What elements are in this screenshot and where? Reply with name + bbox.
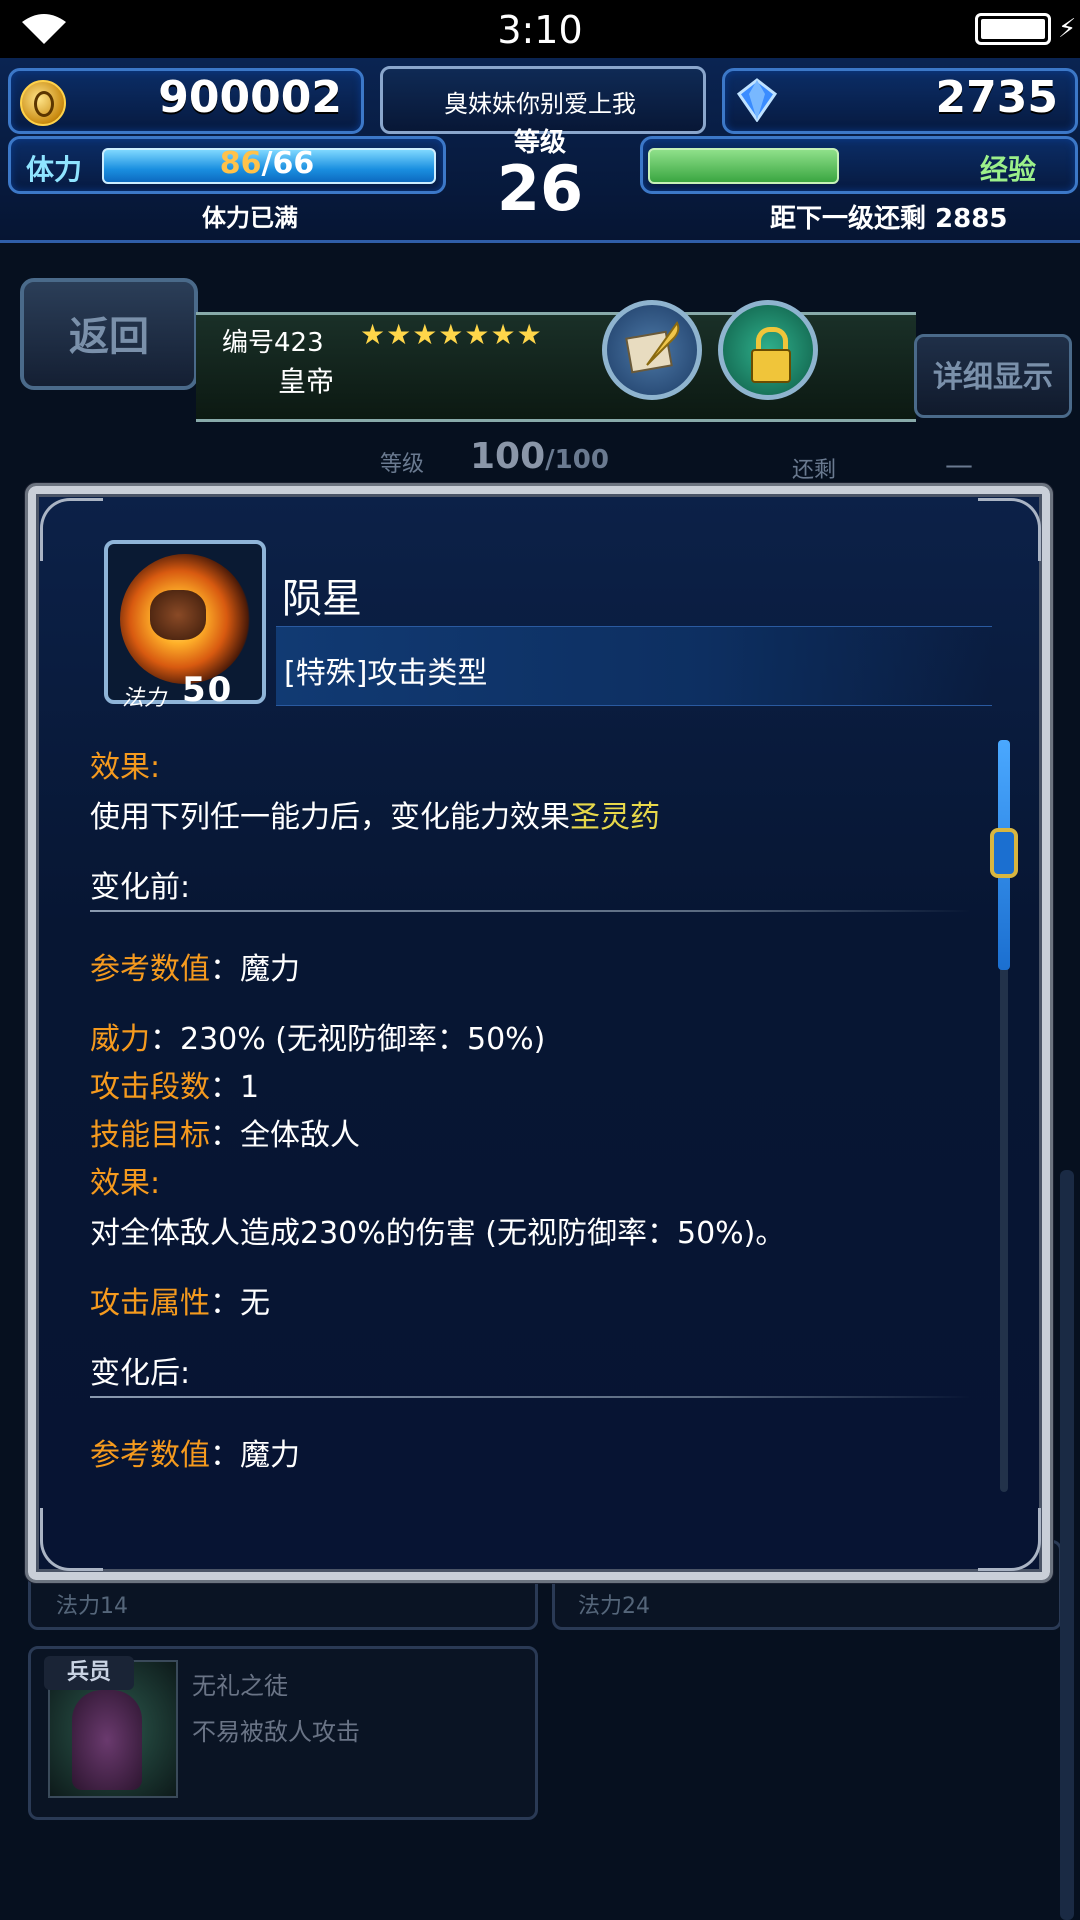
stamina-label: 体力 bbox=[26, 153, 83, 186]
charging-icon: ⚡ bbox=[1058, 14, 1077, 44]
ref-stat-row: 参考数值：魔力 bbox=[90, 952, 300, 987]
player-name: 臭妹妹你别爱上我 bbox=[444, 90, 636, 118]
unit-level-label: 等级 bbox=[380, 452, 425, 477]
effect2-text: 对全体敌人造成230%的伤害 (无视防御率：50%)。 bbox=[90, 1216, 786, 1251]
section-divider bbox=[90, 910, 970, 912]
unit-level-value: 100/100 bbox=[470, 436, 609, 477]
meteor-rock bbox=[150, 590, 206, 640]
dialog-scroll-thumb[interactable] bbox=[990, 828, 1018, 878]
skill-mp-label: 法力 bbox=[122, 686, 167, 711]
quill-icon[interactable] bbox=[602, 300, 702, 400]
exp-label: 经验 bbox=[980, 153, 1037, 186]
lock-icon[interactable] bbox=[718, 300, 818, 400]
ability-mp-left: 法力14 bbox=[56, 1594, 128, 1619]
dialog-corner-ornament bbox=[40, 1508, 103, 1571]
stamina-status: 体力已满 bbox=[202, 204, 298, 232]
dialog-corner-ornament bbox=[978, 498, 1041, 561]
ability-mp-right: 法力24 bbox=[578, 1594, 650, 1619]
section-divider bbox=[90, 1396, 970, 1398]
wifi-icon bbox=[22, 14, 66, 44]
hits-row: 攻击段数：1 bbox=[90, 1070, 260, 1105]
dialog-corner-ornament bbox=[40, 498, 103, 561]
esper-description: 不易被敌人攻击 bbox=[192, 1718, 360, 1746]
esper-title: 无礼之徒 bbox=[192, 1672, 288, 1700]
detail-view-button[interactable]: 详细显示 bbox=[914, 334, 1072, 418]
exp-bar bbox=[648, 148, 839, 184]
unit-level-max: /100 bbox=[545, 445, 609, 475]
gil-amount: 900002 bbox=[158, 72, 342, 123]
gem-icon bbox=[736, 78, 778, 122]
skill-name: 陨星 bbox=[282, 576, 362, 622]
element-row: 攻击属性：无 bbox=[90, 1286, 270, 1321]
skill-type: [特殊]攻击类型 bbox=[284, 656, 488, 691]
stamina-value: 86/66 bbox=[102, 146, 432, 181]
esper-tag: 兵员 bbox=[44, 1656, 134, 1690]
clock: 3:10 bbox=[497, 8, 583, 52]
unit-number: 编号423 bbox=[222, 328, 324, 358]
power-row: 威力：230% (无视防御率：50%) bbox=[90, 1022, 546, 1057]
effect-heading: 效果: bbox=[90, 750, 161, 785]
stamina-max: /66 bbox=[261, 146, 315, 181]
before-heading: 变化前: bbox=[90, 870, 191, 905]
dialog-corner-ornament bbox=[978, 1508, 1041, 1571]
skill-mp-value: 50 bbox=[182, 670, 234, 710]
unit-rarity-stars: ★★★★★★★ bbox=[360, 318, 543, 351]
back-button[interactable]: 返回 bbox=[20, 278, 198, 390]
gem-amount: 2735 bbox=[935, 72, 1058, 123]
battery-icon bbox=[975, 13, 1051, 45]
remain-value: — bbox=[945, 448, 973, 481]
after-heading: 变化后: bbox=[90, 1356, 191, 1391]
ref-stat-row-after: 参考数值：魔力 bbox=[90, 1438, 300, 1473]
effect-text: 使用下列任一能力后，变化能力效果圣灵药 bbox=[90, 800, 660, 835]
page-scrollbar[interactable] bbox=[1060, 1170, 1074, 1920]
top-hud: 900002 2735 臭妹妹你别爱上我 等级 26 体力 86/66 体力已满… bbox=[0, 58, 1080, 243]
remain-label: 还剩 bbox=[792, 458, 837, 483]
target-row: 技能目标：全体敌人 bbox=[90, 1118, 360, 1153]
effect2-heading: 效果: bbox=[90, 1166, 161, 1201]
exp-remaining: 距下一级还剩 2885 bbox=[770, 204, 1008, 234]
esper-figure bbox=[72, 1690, 142, 1790]
stamina-current: 86 bbox=[219, 146, 262, 181]
effect-highlight: 圣灵药 bbox=[570, 800, 660, 835]
unit-level-current: 100 bbox=[470, 436, 546, 477]
unit-name: 皇帝 bbox=[278, 365, 335, 398]
status-bar: 3:10 bbox=[0, 0, 1080, 58]
